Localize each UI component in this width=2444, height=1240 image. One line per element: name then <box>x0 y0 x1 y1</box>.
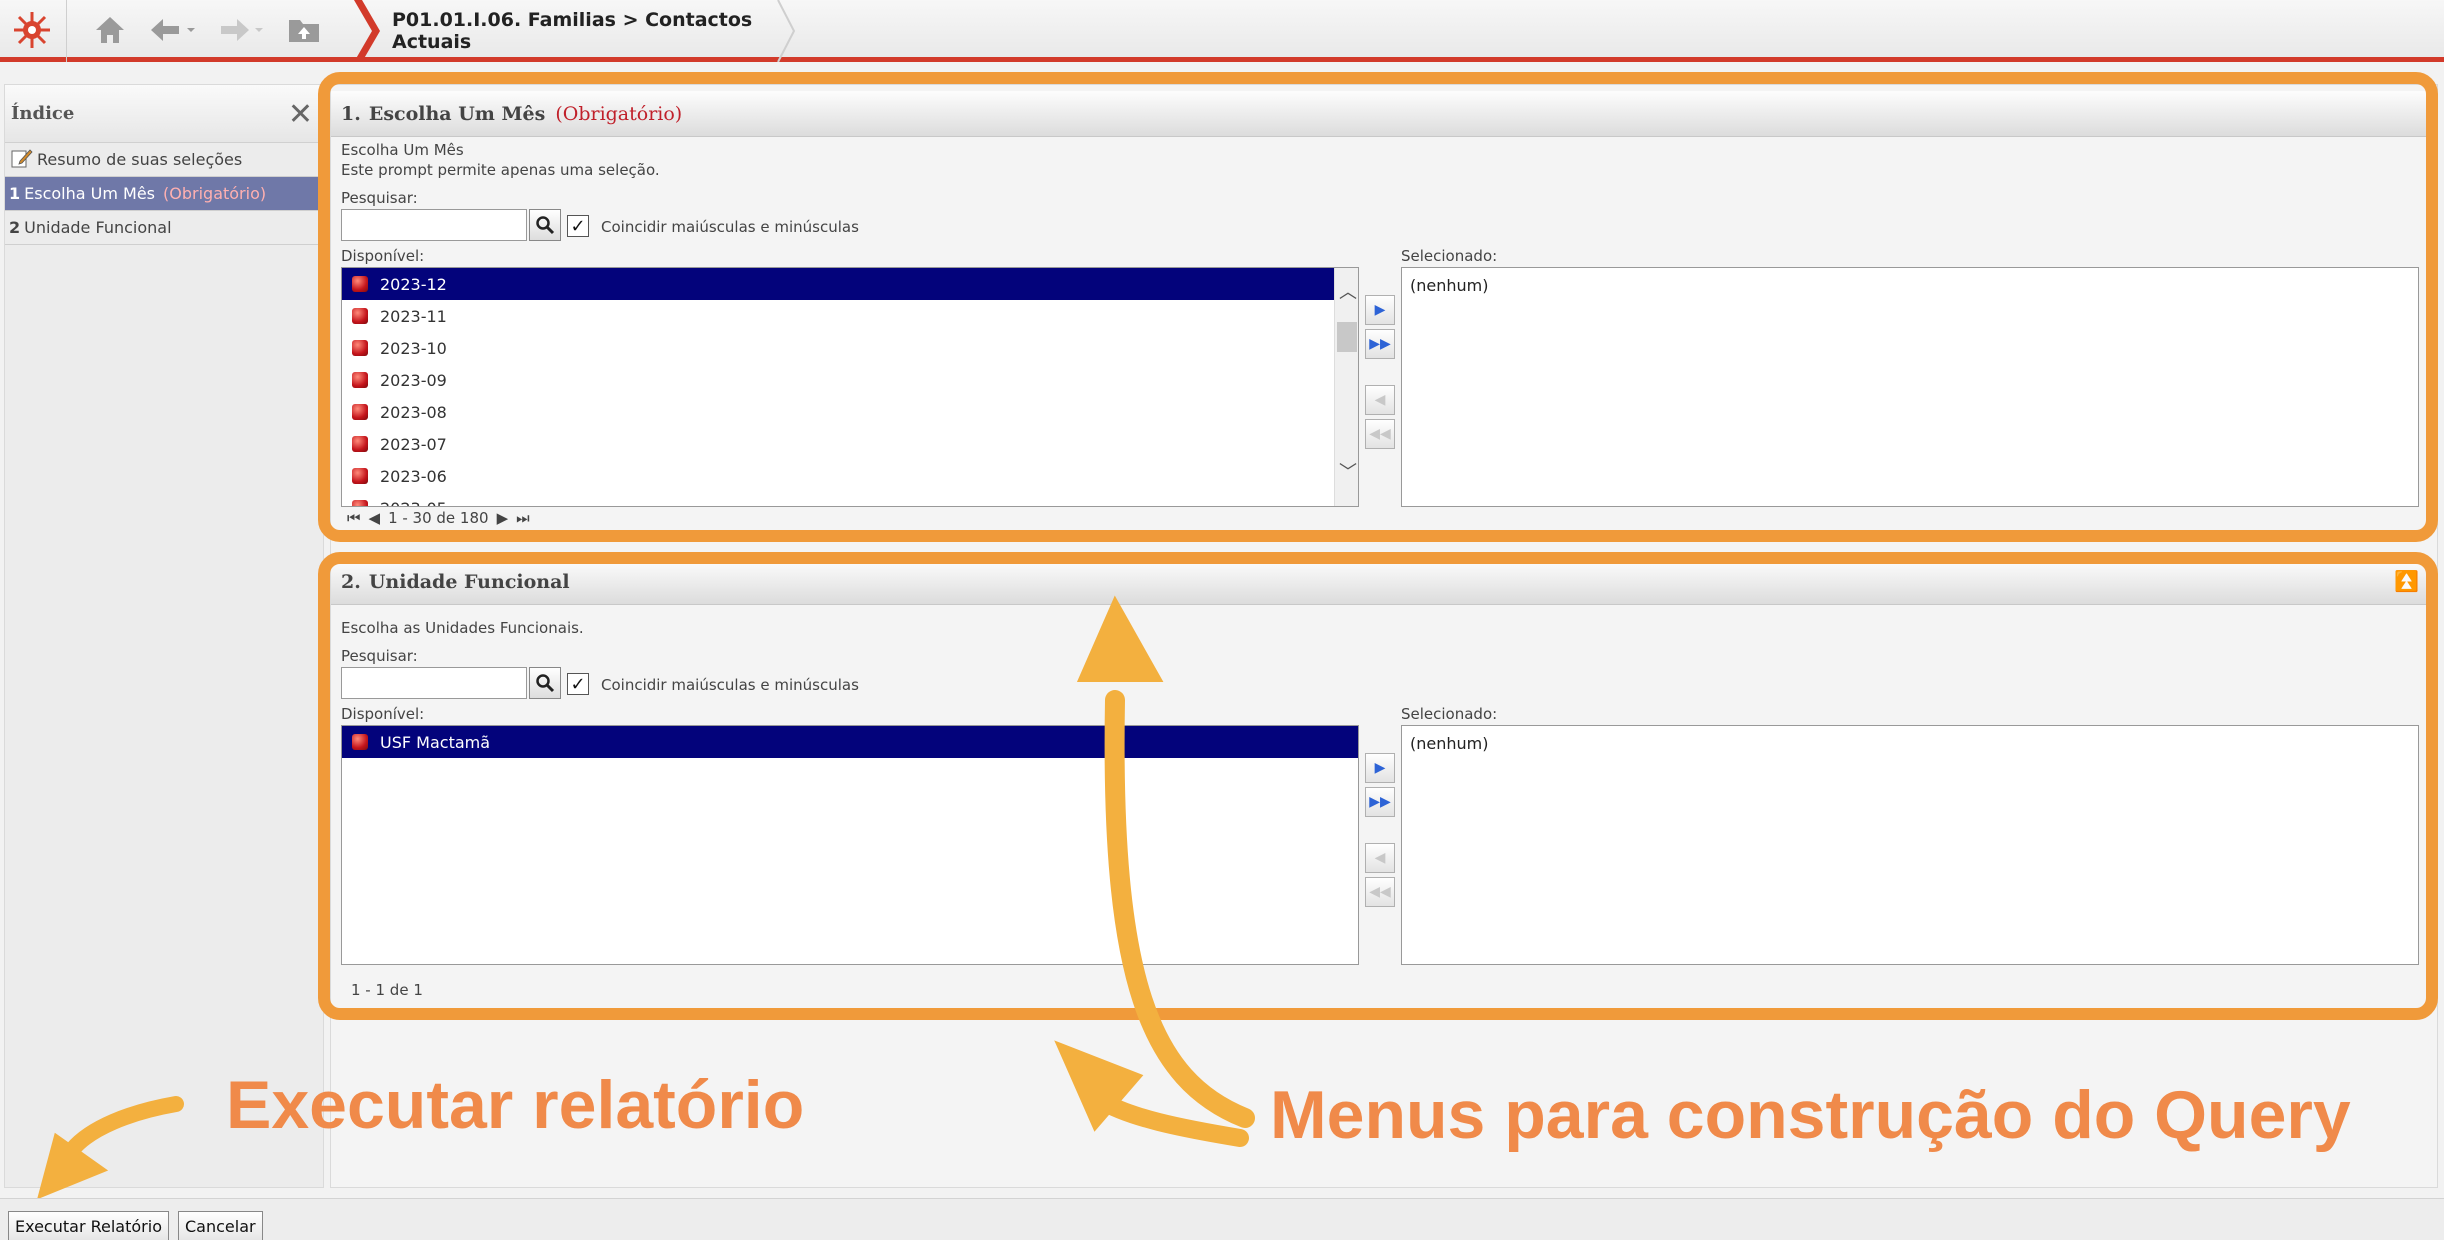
annotation-run-report: Executar relatório <box>226 1067 805 1143</box>
arrow-head-up <box>1076 595 1164 682</box>
cancel-button[interactable]: Cancelar <box>178 1211 263 1240</box>
footer-bar: Executar Relatório Cancelar <box>0 1198 2444 1240</box>
annotation-arrows <box>37 595 1255 1200</box>
run-report-button[interactable]: Executar Relatório <box>8 1211 169 1240</box>
annotation-query-menus: Menus para construção do Query <box>1270 1077 2351 1153</box>
